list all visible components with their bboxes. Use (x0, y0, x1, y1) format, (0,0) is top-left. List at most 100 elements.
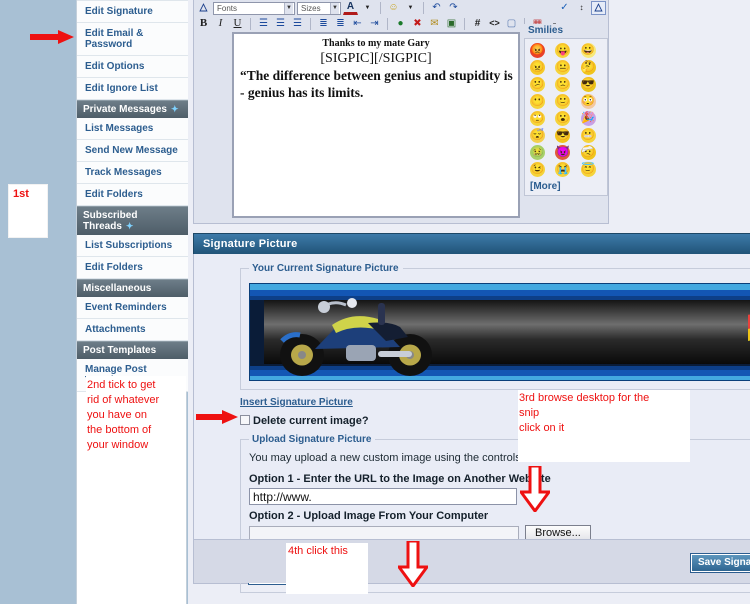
smilie-button[interactable]: 😇 (580, 162, 596, 177)
annotation-note-1st: 1st (8, 184, 48, 238)
insert-html-icon[interactable]: ▢ (504, 17, 519, 31)
editor-textarea[interactable]: Thanks to my mate Gary [SIGPIC][/SIGPIC]… (232, 32, 520, 218)
sidebar-item-edit-options[interactable]: Edit Options (77, 56, 188, 78)
sidebar-item-edit-ignore-list[interactable]: Edit Ignore List (77, 78, 188, 100)
smilie-button[interactable]: 😎 (555, 128, 571, 143)
current-signature-legend: Your Current Signature Picture (252, 263, 399, 274)
signature-url-input[interactable] (249, 488, 517, 505)
editor-line-2: [SIGPIC][/SIGPIC] (320, 51, 432, 66)
smilie-button[interactable]: 😴 (530, 128, 545, 143)
chevron-down-icon: ▼ (284, 2, 293, 14)
smilie-button[interactable]: 🤕 (580, 145, 596, 160)
arrow-down-icon (518, 464, 552, 514)
sidebar-item-event-reminders[interactable]: Event Reminders (77, 297, 188, 320)
smilies-box: 😡 😛 😀 😠 😐 🤔 😕 🙁 😎 😶 🙂 😳 🙄 😮 🎉 😴 😎 😬 🤢 😈 🤕 😉 😭 😇 [More] (524, 38, 608, 196)
font-family-value: Fonts (217, 3, 238, 13)
sidebar-item-list-subscriptions[interactable]: List Subscriptions (77, 235, 188, 258)
sidebar-section-label: Miscellaneous (83, 283, 152, 295)
ordered-list-icon[interactable]: ≣ (316, 17, 331, 31)
font-color-icon[interactable]: A (343, 1, 358, 15)
remove-formatting-icon[interactable]: △ (196, 1, 211, 15)
smilie-icon[interactable]: ☺ (386, 1, 401, 15)
underline-icon[interactable]: U (230, 17, 245, 31)
undo-icon[interactable]: ↶ (429, 1, 444, 15)
smilie-button[interactable]: 😶 (530, 94, 545, 109)
annotation-arrow-4 (396, 539, 430, 589)
toolbar-divider (250, 17, 251, 30)
smilie-button[interactable]: 🙄 (530, 111, 545, 126)
insert-link-icon[interactable]: ● (393, 17, 408, 31)
smilies-more-link[interactable]: [More] (530, 177, 603, 192)
save-signature-button[interactable]: Save Signature (689, 553, 750, 573)
annotation-arrow-1 (30, 30, 76, 44)
smilie-button[interactable]: 😉 (530, 162, 545, 177)
new-indicator-icon: ✦ (125, 221, 134, 232)
smilie-dropdown-icon[interactable]: ▼ (403, 1, 418, 15)
insert-quote-icon[interactable]: # (470, 17, 485, 31)
sidebar-item-edit-folders[interactable]: Edit Folders (77, 184, 188, 207)
insert-code-icon[interactable]: <> (487, 17, 502, 31)
motorcycle-graphic (280, 298, 432, 376)
wysiwyg-toggle-icon[interactable]: △ (591, 1, 606, 15)
smilie-button[interactable]: 😀 (580, 43, 596, 58)
redo-icon[interactable]: ↷ (446, 1, 461, 15)
smilie-button[interactable]: 😭 (555, 162, 571, 177)
sidebar-item-track-messages[interactable]: Track Messages (77, 162, 188, 185)
sidebar-item-edit-email-password[interactable]: Edit Email & Password (77, 23, 188, 56)
delete-current-image-label: Delete current image? (253, 415, 369, 427)
color-dropdown-icon[interactable]: ▼ (360, 1, 375, 15)
insert-signature-picture-link[interactable]: Insert Signature Picture (240, 397, 353, 408)
smilie-button[interactable]: 😐 (555, 60, 571, 75)
delete-current-image-checkbox[interactable] (240, 415, 250, 425)
remove-link-icon[interactable]: ✖ (410, 17, 425, 31)
smilie-button[interactable]: 😎 (580, 77, 596, 92)
smilie-button[interactable]: 🤔 (580, 60, 596, 75)
smilie-button[interactable]: 😈 (555, 145, 571, 160)
wrap-text-icon[interactable]: ↕ (574, 1, 589, 15)
spellcheck-icon[interactable]: ✓ (557, 1, 572, 15)
insert-email-icon[interactable]: ✉ (427, 17, 442, 31)
align-left-icon[interactable]: ☰ (256, 17, 271, 31)
panel-footer: Save Signature Preview Signature (194, 539, 750, 583)
smilie-button[interactable]: 🎉 (580, 111, 596, 126)
editor-toolbar-row-1: △ Fonts ▼ Sizes ▼ A ▼ ☺ ▼ ↶ ↷ ✓ ↕ △ (194, 0, 608, 16)
smilie-button[interactable]: 😮 (555, 111, 571, 126)
smilie-button[interactable]: 😛 (555, 43, 571, 58)
annotation-4th-text: 4th click this (288, 545, 348, 557)
new-indicator-icon: ✦ (170, 104, 179, 114)
toolbar-divider (310, 17, 311, 30)
smilie-button[interactable]: 😡 (530, 43, 545, 58)
insert-image-icon[interactable]: ▣ (444, 17, 459, 31)
sidebar-section-header: Subscribed Threads ✦ (77, 206, 188, 236)
outdent-icon[interactable]: ⇤ (350, 17, 365, 31)
option2-label: Option 2 - Upload Image From Your Comput… (249, 510, 489, 522)
sidebar-item-edit-signature[interactable]: Edit Signature (77, 0, 188, 23)
sidebar-item-attachments[interactable]: Attachments (77, 319, 188, 342)
smilie-button[interactable]: 🙁 (555, 77, 571, 92)
toolbar-divider (380, 2, 381, 14)
smilie-button[interactable]: 😬 (580, 128, 596, 143)
smilie-button[interactable]: 🙂 (555, 94, 571, 109)
smilie-button[interactable]: 🤢 (530, 145, 545, 160)
align-center-icon[interactable]: ☰ (273, 17, 288, 31)
sidebar-item-edit-folders[interactable]: Edit Folders (77, 257, 188, 280)
align-right-icon[interactable]: ☰ (290, 17, 305, 31)
smilie-button[interactable]: 😕 (530, 77, 545, 92)
sidebar-item-send-new-message[interactable]: Send New Message (77, 140, 188, 163)
font-size-select[interactable]: Sizes ▼ (297, 1, 341, 15)
smilie-button[interactable]: 😳 (580, 94, 596, 109)
smilies-panel: Smilies 😡 😛 😀 😠 😐 🤔 😕 🙁 😎 😶 🙂 😳 🙄 😮 🎉 😴 😎 😬 🤢 😈 🤕 😉 😭 😇 [More] (524, 24, 608, 202)
font-size-value: Sizes (301, 3, 321, 13)
sidebar-section-label: Private Messages (83, 104, 167, 116)
smilie-button[interactable]: 😠 (530, 60, 545, 75)
signature-banner-text: iCit2iol (746, 304, 750, 348)
font-family-select[interactable]: Fonts ▼ (213, 1, 295, 15)
editor-line-1: Thanks to my mate Gary (322, 38, 430, 49)
indent-icon[interactable]: ⇥ (367, 17, 382, 31)
toolbar-divider (387, 17, 388, 30)
italic-icon[interactable]: I (213, 17, 228, 31)
sidebar-item-list-messages[interactable]: List Messages (77, 118, 188, 141)
toolbar-divider (464, 17, 465, 30)
unordered-list-icon[interactable]: ≣ (333, 17, 348, 31)
bold-icon[interactable]: B (196, 17, 211, 31)
